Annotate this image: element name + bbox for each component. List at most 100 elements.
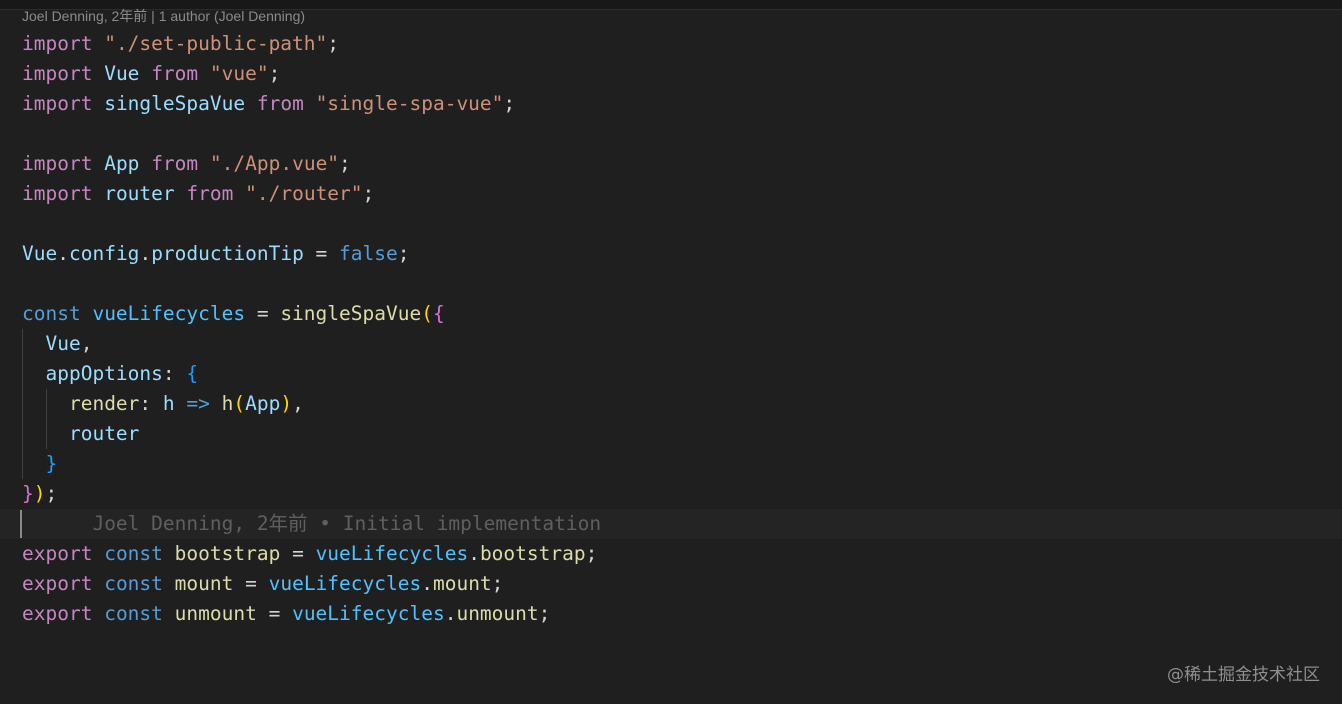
keyword: const [104,542,163,565]
identifier: vueLifecycles [315,542,469,565]
keyword: export [22,542,93,565]
operator: = [303,242,340,265]
keyword: import [22,32,93,55]
identifier: Vue [45,332,81,355]
operator: = [233,572,269,595]
property: render [68,392,140,415]
punctuation: ; [503,92,516,115]
property: config [68,242,140,265]
punctuation: ; [362,182,375,205]
property: bootstrap [479,542,586,565]
operator: = [256,602,293,625]
bracket: ) [280,392,293,415]
code-line[interactable]: } [0,449,1342,479]
function-name: singleSpaVue [280,302,422,325]
identifier: Vue [22,242,58,265]
bracket: ( [233,392,246,415]
string: "./App.vue" [209,152,340,175]
identifier: router [68,422,140,445]
code-line[interactable]: import App from "./App.vue"; [0,149,1342,179]
punctuation: : [139,392,163,415]
identifier: vueLifecycles [92,302,246,325]
punctuation: ; [585,542,598,565]
code-editor[interactable]: import "./set-public-path"; import Vue f… [0,29,1342,629]
keyword: from [186,182,234,205]
code-line-empty[interactable] [0,209,1342,239]
keyword: const [22,302,81,325]
keyword: from [151,62,199,85]
keyword: import [22,62,93,85]
operator: = [280,542,316,565]
code-line[interactable]: render: h => h(App), [0,389,1342,419]
code-line[interactable]: export const unmount = vueLifecycles.unm… [0,599,1342,629]
code-line[interactable]: router [0,419,1342,449]
bracket: { [186,362,199,385]
code-line[interactable]: export const bootstrap = vueLifecycles.b… [0,539,1342,569]
punctuation: . [57,242,69,265]
property: unmount [456,602,539,625]
current-line[interactable]: Joel Denning, 2年前 • Initial implementati… [0,509,1342,539]
function-name: h [221,392,234,415]
keyword: from [151,152,199,175]
code-line[interactable]: const vueLifecycles = singleSpaVue({ [0,299,1342,329]
string: "single-spa-vue" [315,92,504,115]
keyword: export [22,572,93,595]
punctuation: ; [491,572,504,595]
punctuation: . [421,572,433,595]
identifier: App [104,152,140,175]
code-line[interactable]: appOptions: { [0,359,1342,389]
identifier: App [245,392,281,415]
identifier: router [104,182,175,205]
bracket: ( [421,302,433,325]
operator: => [174,392,222,415]
code-line[interactable]: Vue.config.productionTip = false; [0,239,1342,269]
keyword: import [22,92,93,115]
punctuation: ; [45,482,58,505]
punctuation: . [444,602,457,625]
punctuation: , [292,392,304,415]
boolean: false [339,242,398,265]
identifier: vueLifecycles [292,602,445,625]
keyword: const [104,602,163,625]
code-line-empty[interactable] [0,119,1342,149]
codelens-author[interactable]: Joel Denning, 2年前 | 1 author (Joel Denni… [22,7,305,25]
inline-blame-annotation[interactable]: Joel Denning, 2年前 • Initial implementati… [92,512,601,535]
string: "./router" [245,182,363,205]
punctuation: ; [268,62,281,85]
identifier: bootstrap [174,542,281,565]
operator: = [245,302,281,325]
string: "vue" [209,62,269,85]
bracket: { [432,302,445,325]
code-line[interactable]: export const mount = vueLifecycles.mount… [0,569,1342,599]
string: "./set-public-path" [104,32,328,55]
code-line-empty[interactable] [0,269,1342,299]
keyword: export [22,602,93,625]
punctuation: . [139,242,152,265]
code-line[interactable]: import "./set-public-path"; [0,29,1342,59]
code-line[interactable]: import Vue from "vue"; [0,59,1342,89]
property: appOptions [45,362,163,385]
code-line[interactable]: import router from "./router"; [0,179,1342,209]
punctuation: , [80,332,93,355]
code-line[interactable]: }); [0,479,1342,509]
keyword: const [104,572,163,595]
identifier: vueLifecycles [268,572,422,595]
punctuation: ; [339,152,351,175]
punctuation: ; [538,602,551,625]
keyword: from [256,92,304,115]
bracket: ) [33,482,46,505]
punctuation: ; [397,242,410,265]
keyword: import [22,152,93,175]
bracket: } [22,482,34,505]
identifier: mount [174,572,234,595]
punctuation: ; [327,32,340,55]
punctuation: : [162,362,187,385]
punctuation: . [468,542,480,565]
property: mount [432,572,492,595]
bracket: } [45,452,58,475]
code-line[interactable]: Vue, [0,329,1342,359]
identifier: singleSpaVue [104,92,246,115]
property: productionTip [151,242,304,265]
code-line[interactable]: import singleSpaVue from "single-spa-vue… [0,89,1342,119]
keyword: import [22,182,93,205]
